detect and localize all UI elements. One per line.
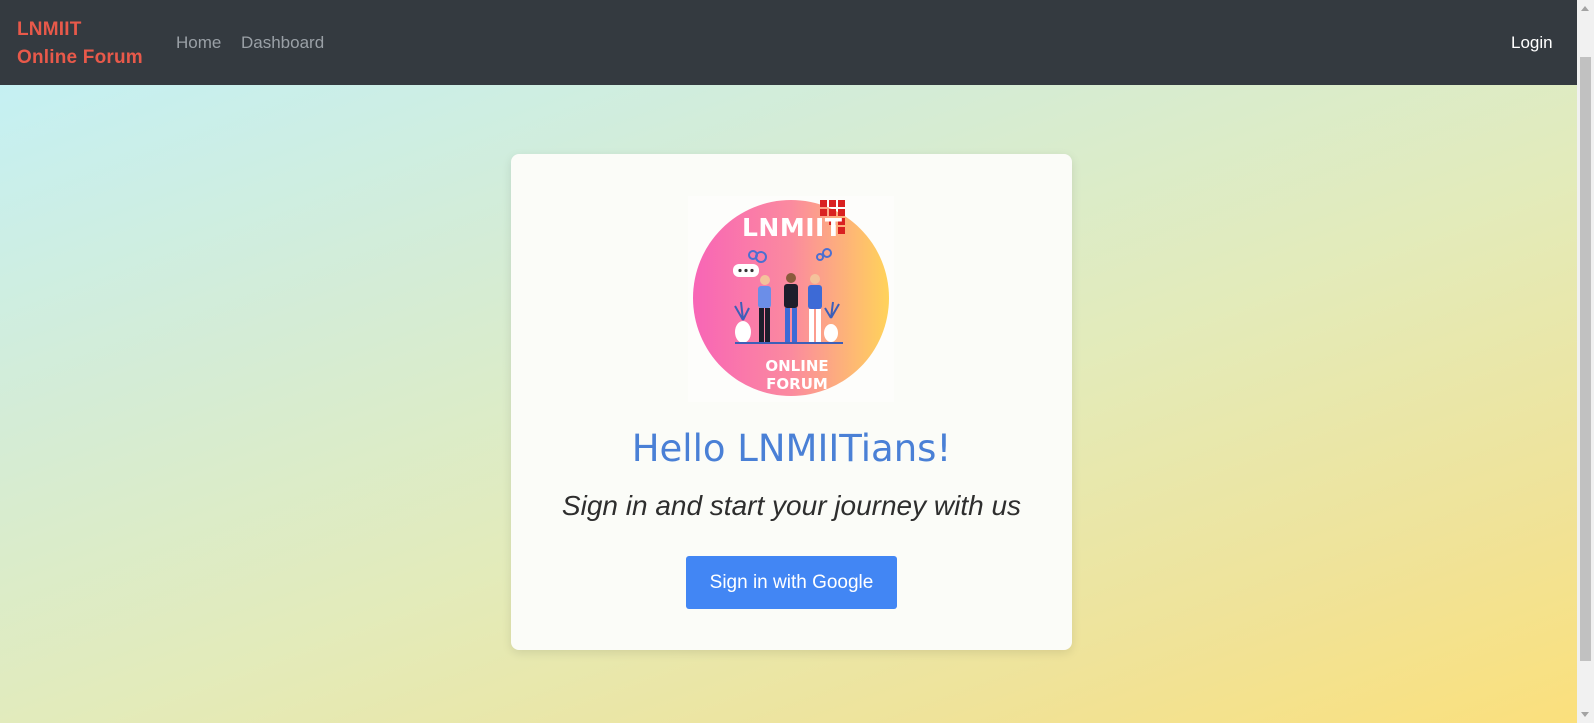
welcome-heading: Hello LNMIITians! [631,427,952,470]
brand-logo[interactable]: LNMIIT Online Forum [17,16,143,72]
welcome-subheading: Sign in and start your journey with us [561,490,1022,521]
brand-line-2: Online Forum [17,47,143,68]
nav-dashboard-link[interactable]: Dashboard [241,32,324,54]
navbar: LNMIIT Online Forum Home Dashboard Login [0,0,1577,85]
nav-login-link[interactable]: Login [1511,32,1553,54]
google-signin-button[interactable]: Sign in with Google [686,556,897,609]
scrollbar-thumb[interactable] [1580,57,1591,661]
scroll-down-arrow-icon[interactable] [1581,712,1589,717]
brand-line-1: LNMIIT [17,19,82,40]
nav-home-link[interactable]: Home [176,32,221,54]
page: LNMIIT Online Forum Home Dashboard Login… [0,0,1594,723]
logo-subtitle-text: ONLINE FORUM [765,357,829,393]
scroll-up-arrow-icon[interactable] [1581,6,1589,11]
